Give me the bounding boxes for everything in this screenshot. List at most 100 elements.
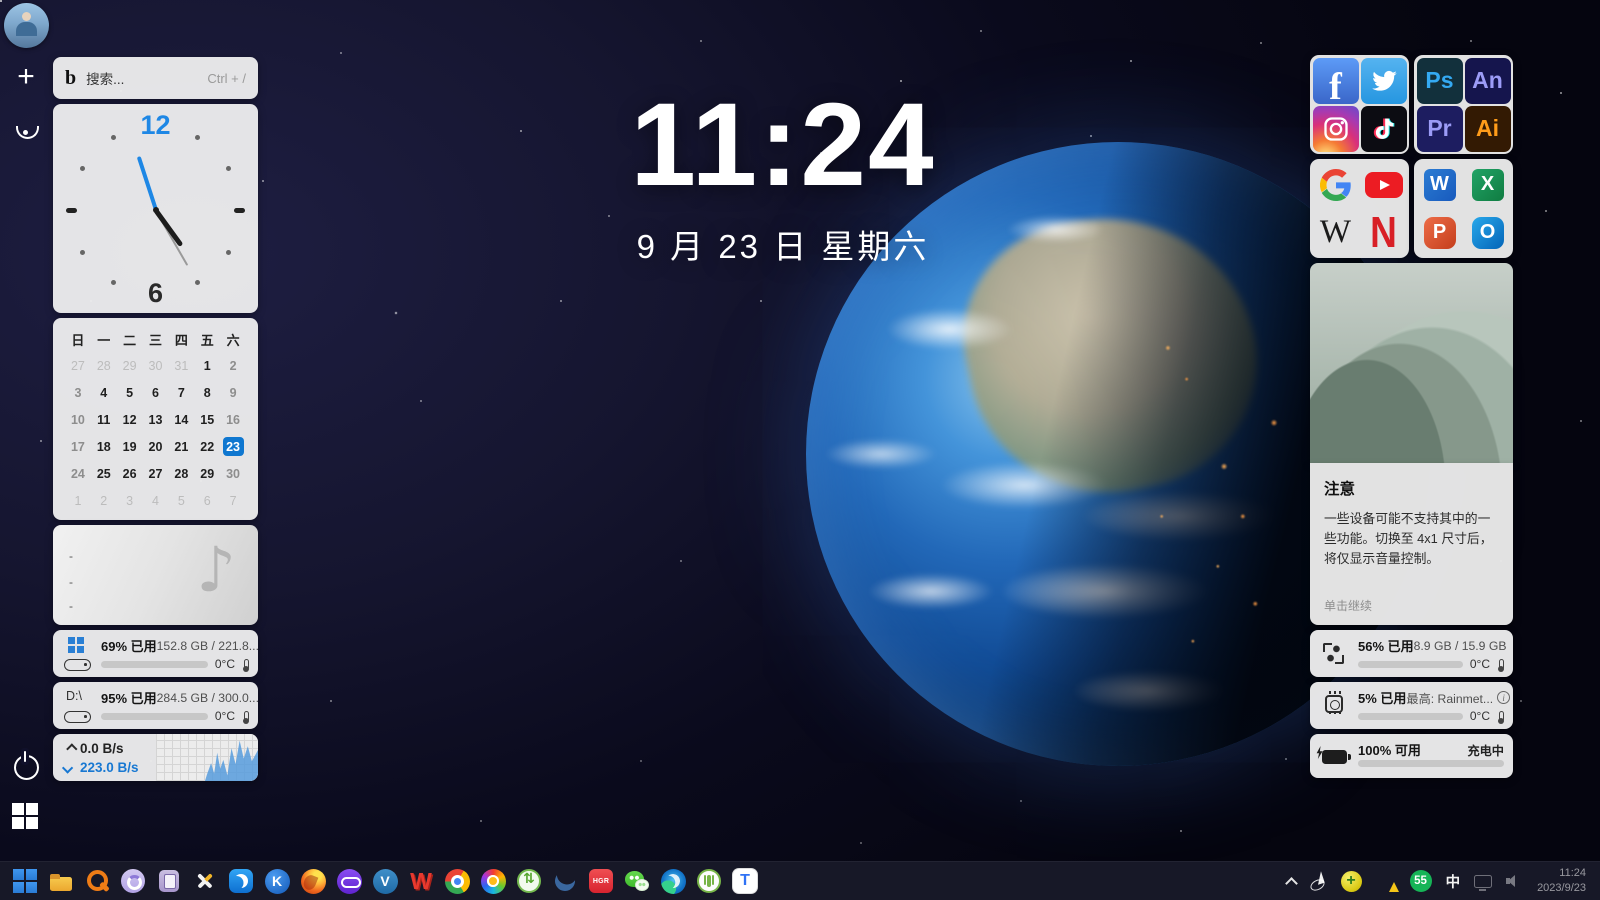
calendar-day[interactable]: 26 (119, 464, 140, 483)
calendar-day[interactable]: 4 (93, 384, 114, 403)
calendar-day[interactable]: 6 (197, 491, 218, 510)
wallpaper-preview[interactable] (1310, 263, 1513, 463)
calendar-day[interactable]: 24 (67, 464, 88, 483)
calendar-day[interactable]: 10 (67, 410, 88, 429)
orange-search-icon[interactable] (84, 868, 110, 894)
calendar-day[interactable]: 5 (171, 491, 192, 510)
info-icon[interactable] (1497, 691, 1511, 704)
calendar-day[interactable]: 16 (223, 410, 244, 429)
battery-widget[interactable]: 100% 可用 充电中 (1310, 734, 1513, 778)
firefox-icon[interactable] (300, 868, 326, 894)
photoshop-shortcut[interactable]: Ps (1416, 57, 1463, 104)
clipboard-app-icon[interactable] (156, 868, 182, 894)
red-box-app-icon[interactable]: HGR (588, 868, 614, 894)
search-bar[interactable]: 搜索... Ctrl + / (53, 57, 258, 99)
green-sync-app-icon[interactable] (516, 868, 542, 894)
calendar-day[interactable]: 7 (223, 491, 244, 510)
word-shortcut[interactable]: W (1417, 162, 1463, 208)
google-shortcut[interactable] (1313, 162, 1359, 208)
calendar-day[interactable]: 17 (67, 437, 88, 456)
calendar-day[interactable]: 14 (171, 410, 192, 429)
premiere-shortcut[interactable]: Pr (1416, 105, 1463, 152)
cross-tools-app-icon[interactable] (192, 868, 218, 894)
calendar-day[interactable]: 12 (119, 410, 140, 429)
music-widget[interactable]: - - - (53, 525, 258, 625)
calendar-day[interactable]: 30 (145, 357, 166, 376)
calendar-day[interactable]: 1 (67, 491, 88, 510)
power-icon[interactable] (13, 751, 39, 780)
file-explorer-icon[interactable] (48, 868, 74, 894)
disk-d-widget[interactable]: D:\ 95% 已用 284.5 GB / 300.0... 0°C (53, 682, 259, 729)
disk-c-widget[interactable]: 69% 已用 152.8 GB / 221.8... 0°C (53, 630, 259, 677)
edge-icon[interactable] (660, 868, 686, 894)
tiktok-shortcut[interactable] (1360, 105, 1407, 152)
calendar-day[interactable]: 3 (119, 491, 140, 510)
tray-chevron-up-icon[interactable] (1286, 876, 1297, 887)
calendar-day[interactable]: 9 (223, 384, 244, 403)
calendar-day[interactable]: 8 (197, 384, 218, 403)
ram-widget[interactable]: 56% 已用 8.9 GB / 15.9 GB 0°C (1310, 630, 1513, 677)
calendar-day[interactable]: 27 (145, 464, 166, 483)
calendar-day[interactable]: 31 (171, 357, 192, 376)
speaker-tray-icon[interactable] (1506, 874, 1523, 889)
calendar-day[interactable]: 19 (119, 437, 140, 456)
notice-continue-link[interactable]: 单击继续 (1324, 597, 1372, 614)
calendar-day[interactable]: 6 (145, 384, 166, 403)
cursor-tray-icon[interactable] (1311, 872, 1327, 890)
calendar-day[interactable]: 29 (119, 357, 140, 376)
wikipedia-shortcut[interactable]: W (1313, 210, 1359, 256)
calendar-day[interactable]: 1 (197, 357, 218, 376)
color-wheel-app-icon[interactable] (480, 868, 506, 894)
calendar-day[interactable]: 30 (223, 464, 244, 483)
netflix-shortcut[interactable]: N (1361, 210, 1407, 256)
calendar-day[interactable]: 25 (93, 464, 114, 483)
calendar-day[interactable]: 2 (93, 491, 114, 510)
cpu-widget[interactable]: 5% 已用 最高: Rainmet... 0°C (1310, 682, 1513, 729)
calendar-day[interactable]: 28 (171, 464, 192, 483)
chrome-icon[interactable] (444, 868, 470, 894)
monitor-tray-icon[interactable] (1474, 874, 1493, 891)
wps-office-icon[interactable]: W (408, 868, 434, 894)
eye-icon[interactable] (14, 119, 39, 143)
excel-shortcut[interactable]: X (1465, 162, 1511, 208)
calendar-day[interactable]: 22 (197, 437, 218, 456)
notice-panel[interactable]: 注意 一些设备可能不支持其中的一些功能。切换至 4x1 尺寸后，将仅显示音量控制… (1310, 463, 1513, 625)
calendar-day[interactable]: 3 (67, 384, 88, 403)
calendar-day[interactable]: 20 (145, 437, 166, 456)
avatar[interactable] (4, 3, 49, 48)
calendar-day-selected[interactable]: 23 (222, 437, 244, 457)
calendar-day[interactable]: 5 (119, 384, 140, 403)
wechat-icon[interactable] (624, 868, 650, 894)
purple-ring-app-icon[interactable] (120, 868, 146, 894)
tencent-meeting-icon[interactable]: T (732, 868, 758, 894)
green-ring-app-icon[interactable] (696, 868, 722, 894)
keepass-icon[interactable]: K (264, 868, 290, 894)
windows-start-icon[interactable] (12, 868, 38, 894)
calendar-day[interactable]: 21 (171, 437, 192, 456)
calendar-day[interactable]: 29 (197, 464, 218, 483)
outlook-shortcut[interactable]: O (1465, 210, 1511, 256)
calendar-day[interactable]: 15 (197, 410, 218, 429)
instagram-shortcut[interactable] (1312, 105, 1359, 152)
calendar-day[interactable]: 28 (93, 357, 114, 376)
windows-flag-icon[interactable] (12, 803, 39, 830)
plus-ball-tray-icon[interactable]: + (1340, 870, 1362, 892)
purple-glasses-app-icon[interactable] (336, 868, 362, 894)
temp-badge-icon[interactable]: 55 (1409, 870, 1432, 892)
network-widget[interactable]: 0.0 B/s 223.0 B/s (53, 734, 258, 781)
twitter-shortcut[interactable] (1360, 57, 1407, 104)
calendar-day[interactable]: 7 (171, 384, 192, 403)
calendar-day[interactable]: 2 (223, 357, 244, 376)
defender-shield-icon[interactable] (1376, 871, 1399, 892)
calendar-widget[interactable]: 日一二三四五六 27 28 29 30 31 1 2 3 4 5 6 7 8 9 10 11 12 13 14 15 16… (53, 318, 258, 520)
calendar-day[interactable]: 4 (145, 491, 166, 510)
calendar-day[interactable]: 18 (93, 437, 114, 456)
blue-cat-app-icon[interactable] (228, 868, 254, 894)
add-widget-icon[interactable]: + (14, 62, 38, 92)
illustrator-shortcut[interactable]: Ai (1464, 105, 1511, 152)
powerpoint-shortcut[interactable]: P (1417, 210, 1463, 256)
v2rayn-icon[interactable]: V (372, 868, 398, 894)
calendar-day[interactable]: 13 (145, 410, 166, 429)
facebook-shortcut[interactable]: f (1312, 57, 1359, 104)
calendar-day[interactable]: 11 (93, 410, 114, 429)
